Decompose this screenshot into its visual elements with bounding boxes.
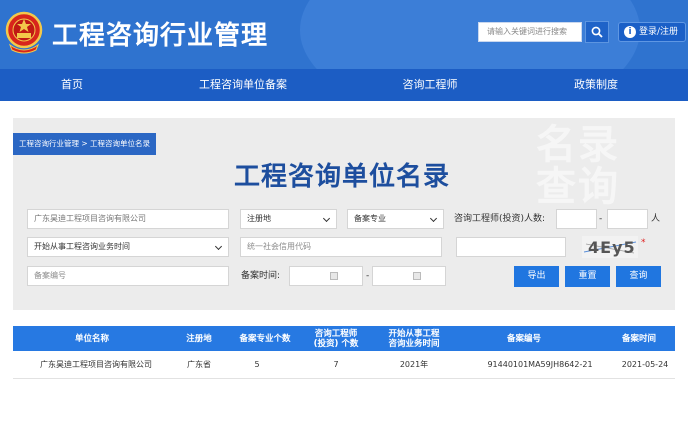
specialty-select[interactable]: 备案专业 bbox=[347, 209, 444, 229]
nav-item-unit-registration[interactable]: 工程咨询单位备案 bbox=[183, 69, 303, 101]
cell-unit-name[interactable]: 广东昊迪工程项目咨询有限公司 bbox=[13, 351, 179, 379]
credit-code-input[interactable]: 统一社会信用代码 bbox=[240, 237, 442, 257]
breadcrumb[interactable]: 工程咨询行业管理 > 工程咨询单位名录 bbox=[13, 133, 157, 155]
reset-button[interactable]: 重置 bbox=[565, 266, 610, 287]
col-specialty-count: 备案专业个数 bbox=[239, 333, 291, 344]
col-region: 注册地 bbox=[186, 333, 212, 344]
login-label: 登录/注册 bbox=[639, 27, 679, 37]
cell-start-time: 2021年 bbox=[399, 360, 429, 369]
col-start-time: 开始从事工程 咨询业务时间 bbox=[388, 328, 440, 349]
site-title[interactable]: 工程咨询行业管理 bbox=[52, 15, 268, 52]
record-time-start-input[interactable] bbox=[289, 266, 363, 286]
cell-record-time: 2021-05-24 bbox=[621, 360, 669, 369]
search-button[interactable] bbox=[585, 21, 609, 43]
cell-engineer-count: 7 bbox=[333, 360, 339, 369]
cell-record-number: 91440101MA59JH8642-21 bbox=[487, 360, 593, 369]
start-time-select[interactable]: 开始从事工程咨询业务时间 bbox=[27, 237, 229, 257]
svg-text:4Ey5: 4Ey5 bbox=[588, 238, 636, 257]
record-number-input[interactable]: 备案编号 bbox=[27, 266, 229, 286]
col-record-number: 备案编号 bbox=[506, 333, 541, 344]
count-unit-label: 人 bbox=[651, 214, 661, 224]
query-button[interactable]: 查询 bbox=[616, 266, 661, 287]
table-row[interactable]: 广东昊迪工程项目咨询有限公司 广东省 5 7 2021年 91440101MA5… bbox=[13, 351, 675, 379]
count-separator: - bbox=[599, 214, 603, 224]
captcha-required-mark: * bbox=[641, 238, 646, 248]
search-input[interactable]: 请输入关键词进行搜索 bbox=[478, 22, 582, 42]
engineer-count-max-input[interactable] bbox=[607, 209, 648, 229]
cell-specialty-count: 5 bbox=[254, 360, 260, 369]
nav-item-policy[interactable]: 政策制度 bbox=[546, 69, 646, 101]
calendar-icon bbox=[413, 272, 421, 280]
page-title: 工程咨询单位名录 bbox=[234, 162, 451, 192]
search-icon bbox=[591, 26, 603, 38]
company-name-input[interactable]: 广东昊迪工程项目咨询有限公司 bbox=[27, 209, 229, 229]
engineer-count-label: 咨询工程师(投资)人数: bbox=[454, 214, 546, 224]
national-emblem-icon bbox=[5, 11, 43, 54]
nav-item-consulting-engineer[interactable]: 咨询工程师 bbox=[380, 69, 480, 101]
watermark: 名录 查询 bbox=[536, 122, 620, 210]
record-time-label: 备案时间: bbox=[241, 271, 281, 281]
region-select[interactable]: 注册地 bbox=[240, 209, 337, 229]
captcha-input[interactable] bbox=[456, 237, 566, 257]
main-nav: 首页 工程咨询单位备案 咨询工程师 政策制度 bbox=[0, 69, 688, 101]
captcha-image[interactable]: 4Ey5 bbox=[582, 236, 638, 258]
record-time-end-input[interactable] bbox=[372, 266, 446, 286]
site-header: 工程咨询行业管理 请输入关键词进行搜索 i 登录/注册 bbox=[0, 0, 688, 69]
col-unit-name: 单位名称 bbox=[74, 333, 109, 344]
export-button[interactable]: 导出 bbox=[514, 266, 559, 287]
calendar-icon bbox=[330, 272, 338, 280]
col-record-time: 备案时间 bbox=[621, 333, 656, 344]
login-register-button[interactable]: i 登录/注册 bbox=[618, 22, 686, 42]
nav-item-home[interactable]: 首页 bbox=[22, 69, 122, 101]
table-header: 单位名称 注册地 备案专业个数 咨询工程师 (投资) 个数 开始从事工程 咨询业… bbox=[13, 326, 675, 351]
col-engineer-count: 咨询工程师 (投资) 个数 bbox=[313, 328, 359, 349]
user-icon: i bbox=[624, 26, 636, 38]
date-separator: - bbox=[366, 271, 370, 281]
engineer-count-min-input[interactable] bbox=[556, 209, 597, 229]
